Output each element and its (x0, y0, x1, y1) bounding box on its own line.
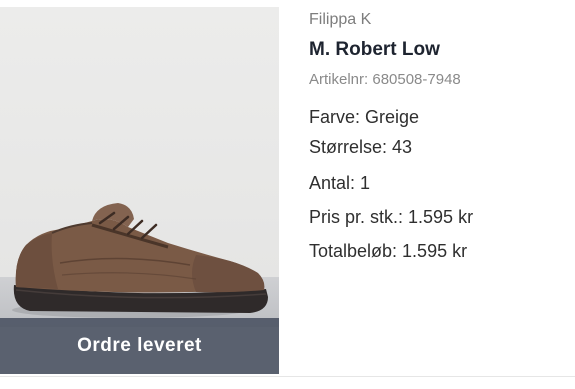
product-details: Filippa K M. Robert Low Artikelnr: 68050… (309, 9, 569, 265)
total-amount: Totalbeløb: 1.595 kr (309, 241, 468, 261)
product-image[interactable]: Ordre leveret (0, 7, 279, 374)
product-size: Størrelse: 43 (309, 137, 413, 157)
product-quantity: Antal: 1 (309, 173, 371, 193)
brand-name: Filippa K (309, 11, 372, 28)
order-status-label: Ordre leveret (77, 335, 202, 356)
order-status-overlay: Ordre leveret (0, 318, 279, 374)
product-title[interactable]: M. Robert Low (309, 37, 569, 63)
article-number: Artikelnr: 680508-7948 (309, 71, 461, 88)
product-color: Farve: Greige (309, 107, 420, 127)
divider (0, 376, 575, 377)
unit-price: Pris pr. stk.: 1.595 kr (309, 207, 474, 227)
order-item-card: Ordre leveret Filippa K M. Robert Low Ar… (0, 0, 575, 389)
